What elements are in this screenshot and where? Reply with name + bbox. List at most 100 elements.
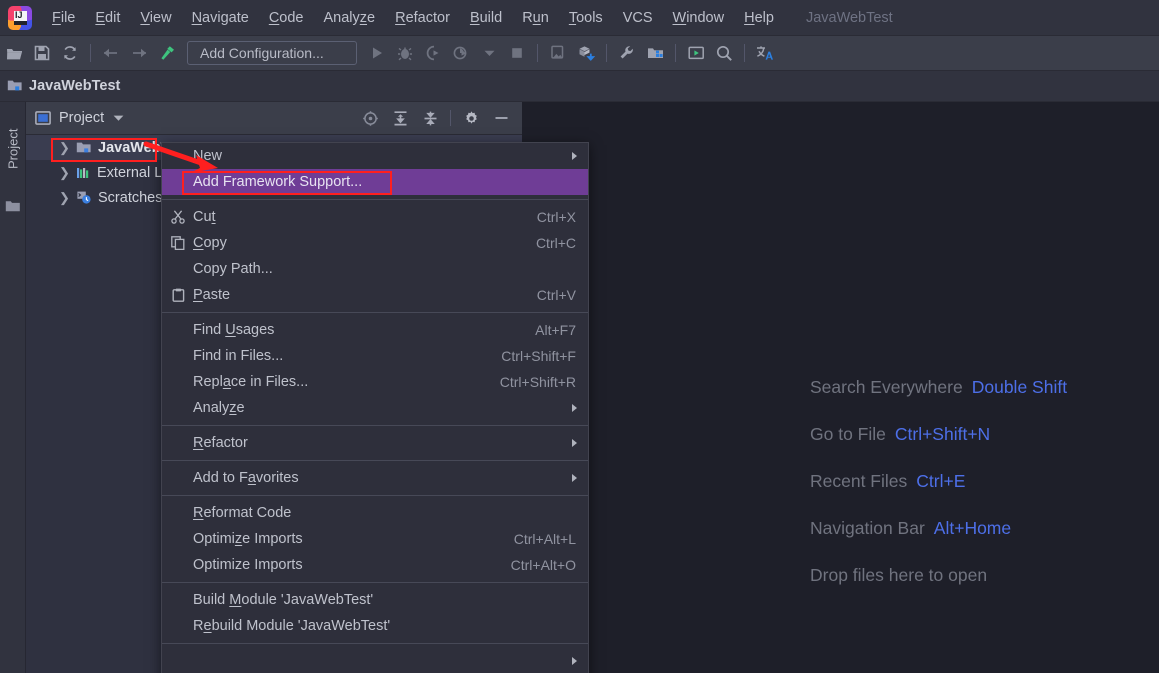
menu-view[interactable]: View [130,6,181,30]
menu-run[interactable]: Run [512,6,559,30]
select-opened-file-icon[interactable] [355,106,385,130]
menu-item-refactor[interactable]: Refactor [162,430,588,456]
toolbar-separator-5 [744,44,745,62]
menu-item-cut[interactable]: Cut Ctrl+X [162,204,588,230]
menu-item-label: Optimize Imports [193,531,303,547]
translate-icon[interactable] [751,40,779,66]
sync-refresh-icon[interactable] [56,40,84,66]
menu-item-reformat-code[interactable]: Reformat Code [162,500,588,526]
menu-item-paste[interactable]: Paste Ctrl+V [162,282,588,308]
dropdown-caret-icon[interactable] [475,40,503,66]
editor-empty-area: Search Everywhere Double Shift Go to Fil… [522,102,1159,673]
menu-item-find-in-files[interactable]: Find in Files... Ctrl+Shift+F [162,343,588,369]
menu-item-label: Add to Favorites [193,470,299,486]
run-with-coverage-icon[interactable] [419,40,447,66]
menu-analyze[interactable]: Analyze [314,6,386,30]
run-configuration-selector[interactable]: Add Configuration... [187,41,357,65]
open-folder-icon[interactable] [0,40,28,66]
stop-icon[interactable] [503,40,531,66]
profiler-icon[interactable] [447,40,475,66]
menu-build[interactable]: Build [460,6,512,30]
hint-label: Search Everywhere [810,377,963,398]
save-all-icon[interactable] [28,40,56,66]
breadcrumb-label[interactable]: JavaWebTest [29,78,120,94]
menu-file[interactable]: File [42,6,85,30]
menu-item-label: Build Module 'JavaWebTest' [193,592,373,608]
left-tool-strip: Project [0,102,26,673]
run-icon[interactable] [363,40,391,66]
menu-item-label: Reformat Code [193,505,291,521]
editor-hints-list: Search Everywhere Double Shift Go to Fil… [810,364,1067,599]
menu-item-open-in[interactable] [162,648,588,673]
menu-item-add-to-favorites[interactable]: Add to Favorites [162,465,588,491]
chevron-right-icon[interactable]: ❯ [59,166,70,179]
hint-recent-files: Recent Files Ctrl+E [810,458,1067,505]
hint-navigation-bar: Navigation Bar Alt+Home [810,505,1067,552]
menu-item-add-framework-support[interactable]: Add Framework Support... [162,169,588,195]
menu-item-copy[interactable]: Copy Ctrl+C [162,230,588,256]
menu-item-build-module[interactable]: Build Module 'JavaWebTest' [162,587,588,613]
search-everywhere-icon[interactable] [710,40,738,66]
menu-item-label: Paste [193,287,230,303]
menu-item-remove-module[interactable]: Optimize Imports Ctrl+Alt+O [162,552,588,578]
project-structure-icon[interactable] [641,40,669,66]
menu-help[interactable]: Help [734,6,784,30]
toolbar-separator-4 [675,44,676,62]
menu-code[interactable]: Code [259,6,314,30]
hide-panel-icon[interactable] [486,106,516,130]
device-manager-icon[interactable] [544,40,572,66]
folder-icon[interactable] [5,200,21,218]
tool-tab-project[interactable]: Project [0,106,26,192]
debug-icon[interactable] [391,40,419,66]
menu-item-new[interactable]: New [162,143,588,169]
chevron-right-icon[interactable]: ❯ [59,191,70,204]
chevron-right-icon[interactable]: ❯ [59,141,70,154]
menu-item-label: New [193,148,222,164]
menu-separator [162,460,588,461]
main-toolbar: Add Configuration... [0,36,1159,71]
menu-item-shortcut: Alt+F7 [535,322,576,338]
build-hammer-icon[interactable] [153,40,181,66]
menu-separator [162,199,588,200]
submenu-arrow-icon [572,404,577,412]
navigate-forward-icon[interactable] [125,40,153,66]
menu-vcs[interactable]: VCS [613,6,663,30]
hint-label: Go to File [810,424,886,445]
project-panel-title[interactable]: Project [59,110,104,126]
intellij-idea-logo-icon [7,5,33,31]
menu-item-find-usages[interactable]: Find Usages Alt+F7 [162,317,588,343]
menu-item-label: Replace in Files... [193,374,308,390]
chevron-down-icon[interactable] [113,109,124,127]
menu-separator [162,643,588,644]
menu-item-analyze[interactable]: Analyze [162,395,588,421]
panel-header-separator [450,110,451,126]
menu-window[interactable]: Window [663,6,735,30]
menu-item-copy-path[interactable]: Copy Path... [162,256,588,282]
settings-wrench-icon[interactable] [613,40,641,66]
sync-project-icon[interactable] [572,40,600,66]
submenu-arrow-icon [572,474,577,482]
menu-separator [162,312,588,313]
navigate-back-icon[interactable] [97,40,125,66]
expand-all-icon[interactable] [385,106,415,130]
collapse-all-icon[interactable] [415,106,445,130]
hint-label: Navigation Bar [810,518,925,539]
cut-scissors-icon [170,209,186,225]
menu-navigate[interactable]: Navigate [182,6,259,30]
copy-icon [170,235,186,251]
menu-item-replace-in-files[interactable]: Replace in Files... Ctrl+Shift+R [162,369,588,395]
toolbar-separator-3 [606,44,607,62]
submenu-arrow-icon [572,439,577,447]
run-anything-icon[interactable] [682,40,710,66]
menu-item-shortcut: Ctrl+Alt+O [511,557,576,573]
menu-item-shortcut: Ctrl+Alt+L [514,531,576,547]
menu-item-label: Analyze [193,400,245,416]
project-panel-header: Project [26,102,522,135]
menu-tools[interactable]: Tools [559,6,613,30]
libraries-icon [76,166,91,180]
menu-refactor[interactable]: Refactor [385,6,460,30]
menu-item-rebuild-module[interactable]: Rebuild Module 'JavaWebTest' [162,613,588,639]
settings-gear-icon[interactable] [456,106,486,130]
menu-edit[interactable]: Edit [85,6,130,30]
menu-item-optimize-imports[interactable]: Optimize Imports Ctrl+Alt+L [162,526,588,552]
